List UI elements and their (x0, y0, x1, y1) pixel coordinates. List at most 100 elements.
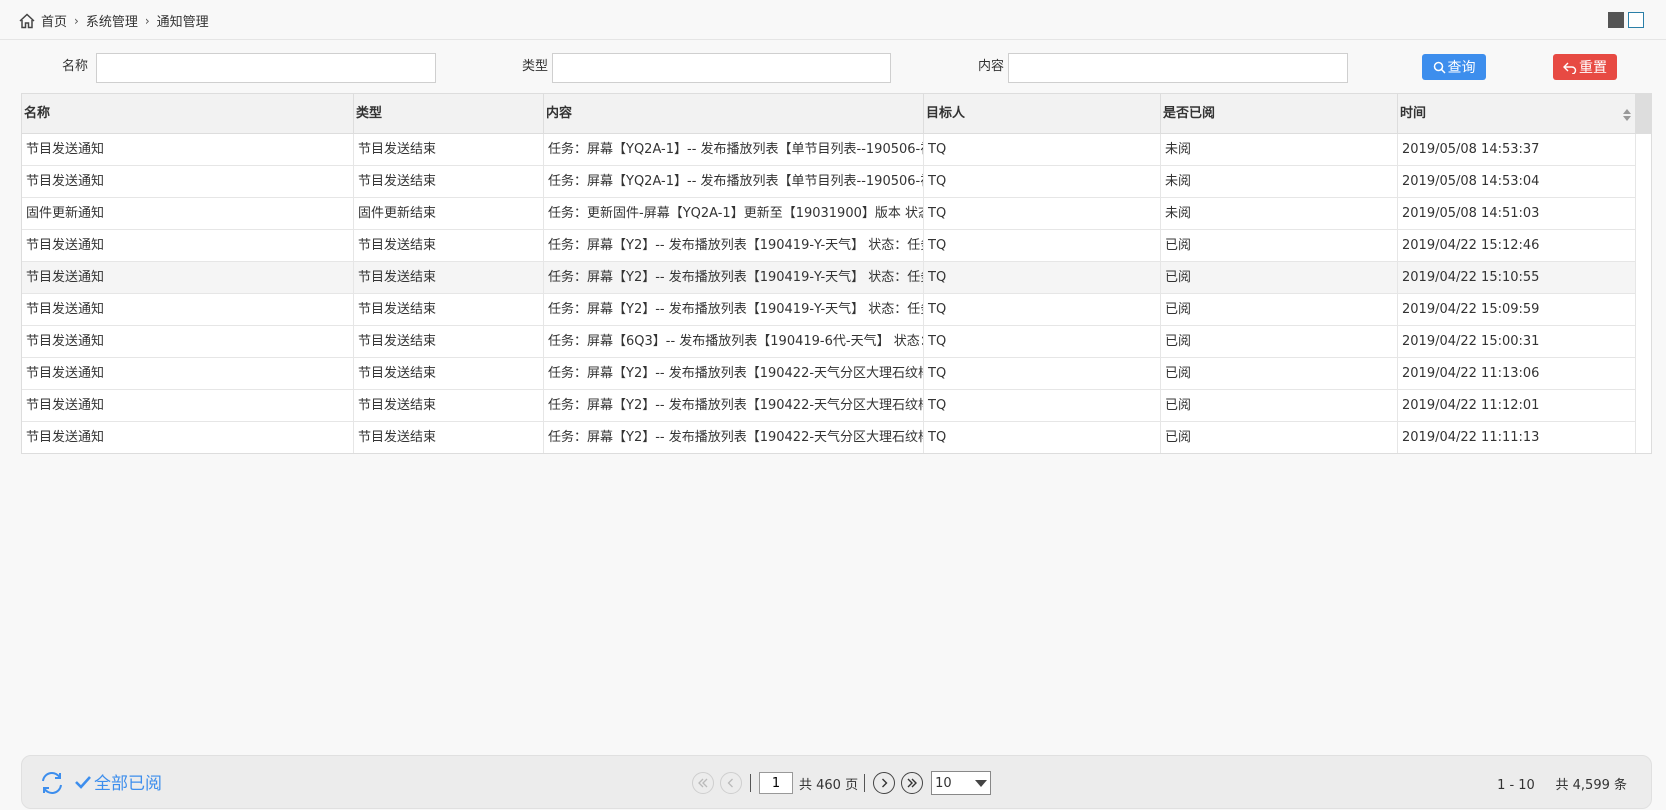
cell-target: TQ (924, 166, 1161, 198)
cell-content: 任务：屏幕【Y2】-- 发布播放列表【190422-天气分区大理石纹样式 (544, 358, 924, 390)
table-row[interactable]: 节目发送通知 节目发送结束 任务：屏幕【Y2】-- 发布播放列表【190419-Y-… (22, 294, 1636, 326)
cell-type: 节目发送结束 (354, 358, 544, 390)
table-row[interactable]: 节目发送通知 节目发送结束 任务：屏幕【Y2】-- 发布播放列表【190422-天气… (22, 358, 1636, 390)
notification-table: 名称 类型 内容 目标人 是否已阅 时间 节目发送通知 节目发送结束 任务：屏幕【Y… (21, 93, 1652, 454)
check-icon (75, 775, 91, 789)
query-button-label: 查询 (1447, 60, 1476, 76)
sort-icon[interactable] (1623, 109, 1631, 121)
chevron-right-icon: › (144, 13, 150, 28)
breadcrumb-system[interactable]: 系统管理 (86, 11, 138, 30)
table-row[interactable]: 节目发送通知 节目发送结束 任务：屏幕【YQ2A-1】-- 发布播放列表【单节目列表… (22, 166, 1636, 198)
table-row[interactable]: 节目发送通知 节目发送结束 任务：屏幕【Y2】-- 发布播放列表【190422-天气… (22, 390, 1636, 422)
layout-toggle (1608, 12, 1644, 28)
table-row[interactable]: 固件更新通知 固件更新结束 任务：更新固件-屏幕【YQ2A-1】更新至【190319… (22, 198, 1636, 230)
type-filter-input[interactable] (552, 53, 891, 83)
page-total-text: 共 460 页 (799, 777, 859, 793)
cell-name: 节目发送通知 (22, 358, 354, 390)
cell-content: 任务：屏幕【Y2】-- 发布播放列表【190422-天气分区大理石纹样式 (544, 390, 924, 422)
cell-target: TQ (924, 390, 1161, 422)
cell-read-status: 已阅 (1161, 358, 1398, 390)
cell-content: 任务：屏幕【Y2】-- 发布播放列表【190419-Y-天气】 状态：任务成 (544, 294, 924, 326)
column-header-read-status[interactable]: 是否已阅 (1161, 94, 1398, 134)
cell-time: 2019/05/08 14:53:04 (1398, 166, 1636, 198)
column-header-name[interactable]: 名称 (22, 94, 354, 134)
record-total: 共 4,599 条 (1555, 778, 1627, 793)
cell-target: TQ (924, 262, 1161, 294)
cell-read-status: 未阅 (1161, 198, 1398, 230)
table-row[interactable]: 节目发送通知 节目发送结束 任务：屏幕【YQ2A-1】-- 发布播放列表【单节目列表… (22, 134, 1636, 166)
table-row[interactable]: 节目发送通知 节目发送结束 任务：屏幕【6Q3】-- 发布播放列表【190419-6… (22, 326, 1636, 358)
home-icon[interactable] (18, 12, 36, 30)
refresh-icon[interactable] (39, 770, 65, 796)
cell-time: 2019/04/22 15:09:59 (1398, 294, 1636, 326)
reset-button[interactable]: 重置 (1553, 54, 1617, 80)
mark-all-read-button[interactable]: 全部已阅 (74, 769, 162, 794)
column-header-target[interactable]: 目标人 (924, 94, 1161, 134)
cell-type: 节目发送结束 (354, 294, 544, 326)
chevron-left-icon (727, 778, 733, 788)
cell-time: 2019/04/22 11:12:01 (1398, 390, 1636, 422)
cell-time: 2019/05/08 14:53:37 (1398, 134, 1636, 166)
table-row[interactable]: 节目发送通知 节目发送结束 任务：屏幕【Y2】-- 发布播放列表【190419-Y-… (22, 262, 1636, 294)
layout-light-icon[interactable] (1628, 12, 1644, 28)
cell-read-status: 已阅 (1161, 390, 1398, 422)
cell-content: 任务：屏幕【YQ2A-1】-- 发布播放列表【单节目列表--190506-视频 (544, 134, 924, 166)
cell-type: 节目发送结束 (354, 326, 544, 358)
reset-button-label: 重置 (1579, 60, 1607, 76)
cell-target: TQ (924, 230, 1161, 262)
cell-time: 2019/04/22 15:00:31 (1398, 326, 1636, 358)
content-filter-input[interactable] (1008, 53, 1348, 83)
column-header-content[interactable]: 内容 (544, 94, 924, 134)
layout-dark-icon[interactable] (1608, 12, 1624, 28)
name-filter-input[interactable] (96, 53, 436, 83)
cell-time: 2019/04/22 15:12:46 (1398, 230, 1636, 262)
pager-divider (864, 774, 866, 792)
cell-content: 任务：屏幕【6Q3】-- 发布播放列表【190419-6代-天气】 状态：任 (544, 326, 924, 358)
cell-read-status: 已阅 (1161, 230, 1398, 262)
cell-time: 2019/04/22 15:10:55 (1398, 262, 1636, 294)
breadcrumb-home[interactable]: 首页 (41, 11, 67, 30)
top-bar: 首页 › 系统管理 › 通知管理 (0, 0, 1666, 40)
pager-divider (750, 774, 751, 792)
breadcrumb-current: 通知管理 (156, 15, 209, 30)
double-chevron-left-icon (698, 778, 708, 788)
table-row[interactable]: 节目发送通知 节目发送结束 任务：屏幕【Y2】-- 发布播放列表【190422-天气… (22, 422, 1636, 453)
page-size-select[interactable]: 10 (931, 771, 992, 795)
cell-time: 2019/05/08 14:51:03 (1398, 198, 1636, 230)
query-button[interactable]: 查询 (1422, 54, 1486, 80)
cell-name: 节目发送通知 (22, 230, 354, 262)
column-header-type[interactable]: 类型 (354, 94, 544, 134)
cell-read-status: 未阅 (1161, 166, 1398, 198)
page-size-value: 10 (935, 775, 952, 791)
prev-page-button[interactable] (720, 772, 742, 794)
column-header-time[interactable]: 时间 (1398, 94, 1636, 134)
cell-content: 任务：屏幕【Y2】-- 发布播放列表【190419-Y-天气】 状态：任务成 (544, 230, 924, 262)
undo-icon (1563, 62, 1577, 74)
cell-name: 节目发送通知 (22, 390, 354, 422)
cell-type: 节目发送结束 (354, 230, 544, 262)
dropdown-arrow-icon (975, 780, 988, 787)
cell-read-status: 已阅 (1161, 422, 1398, 453)
cell-time: 2019/04/22 11:11:13 (1398, 422, 1636, 453)
content-filter-label: 内容 (977, 59, 1004, 74)
cell-name: 节目发送通知 (22, 166, 354, 198)
first-page-button[interactable] (692, 772, 714, 794)
next-page-button[interactable] (873, 772, 896, 794)
cell-name: 节目发送通知 (22, 294, 354, 326)
search-icon (1433, 61, 1446, 74)
cell-content: 任务：屏幕【Y2】-- 发布播放列表【190419-Y-天气】 状态：任务成 (544, 262, 924, 294)
table-row[interactable]: 节目发送通知 节目发送结束 任务：屏幕【Y2】-- 发布播放列表【190419-Y-… (22, 230, 1636, 262)
cell-read-status: 已阅 (1161, 294, 1398, 326)
cell-name: 节目发送通知 (22, 422, 354, 453)
cell-read-status: 未阅 (1161, 134, 1398, 166)
breadcrumb: 首页 › 系统管理 › 通知管理 (18, 11, 209, 30)
table-scrollbar[interactable] (1636, 94, 1651, 134)
pagination: 共 460 页 10 (692, 770, 992, 796)
cell-content: 任务：屏幕【YQ2A-1】-- 发布播放列表【单节目列表--190506-视频 (544, 166, 924, 198)
last-page-button[interactable] (901, 772, 924, 794)
cell-name: 固件更新通知 (22, 198, 354, 230)
page-number-input[interactable] (759, 772, 793, 794)
chevron-right-icon (882, 778, 888, 788)
name-filter-label: 名称 (61, 59, 88, 74)
cell-content: 任务：屏幕【Y2】-- 发布播放列表【190422-天气分区大理石纹样式 (544, 422, 924, 453)
